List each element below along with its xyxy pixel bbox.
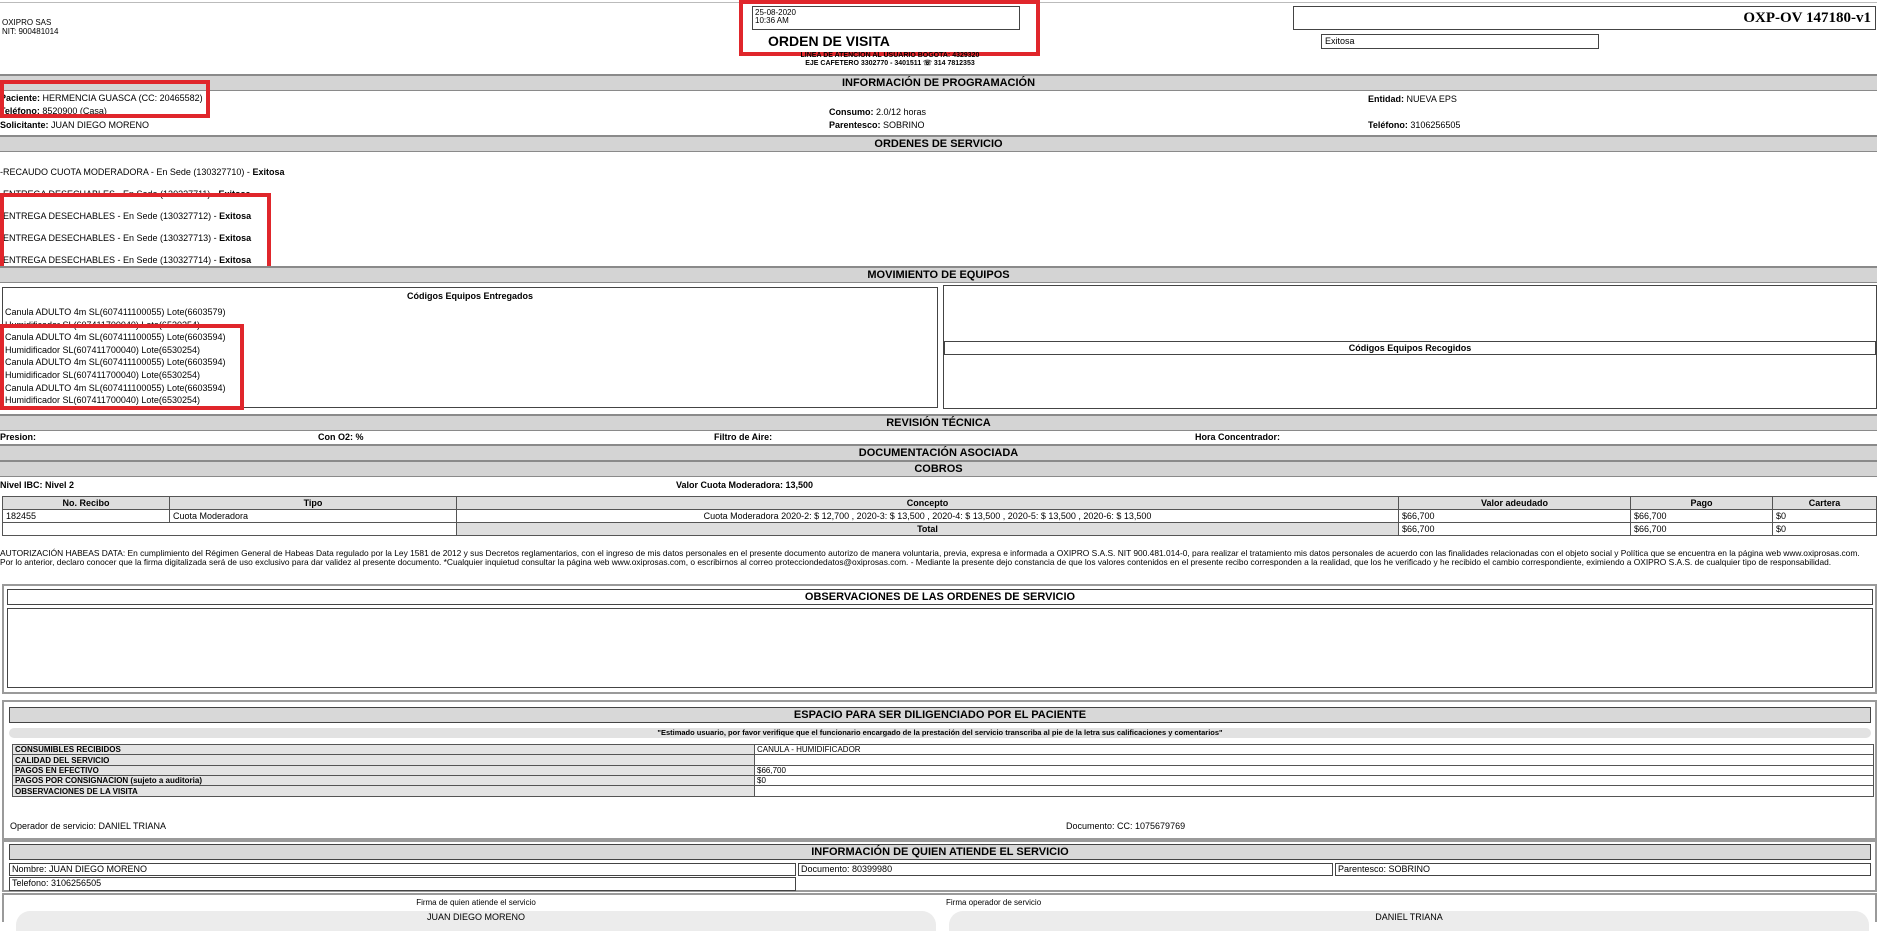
habeas-data-text: AUTORIZACIÓN HABEAS DATA: En cumplimient… [0,548,1860,568]
tipo-cell: Cuota Moderadora [169,509,457,523]
highlight-header [739,0,1040,56]
cartera-cell: $0 [1772,509,1877,523]
entregados-title: Códigos Equipos Entregados [406,291,533,301]
valor-cell: $66,700 [1398,509,1631,523]
section-ordenes: ORDENES DE SERVICIO [0,135,1877,152]
total-cartera: $0 [1772,522,1877,536]
highlight-equipos [0,324,244,410]
contact-lines: LINEA DE ATENCION AL USUARIO BOGOTA: 432… [740,52,1040,68]
status-field: Exitosa [1321,34,1599,49]
observaciones-field[interactable] [7,608,1873,688]
entidad-line: Entidad: NUEVA EPS [1368,94,1457,104]
section-revision: REVISIÓN TÉCNICA [0,414,1877,431]
total-pago: $66,700 [1630,522,1773,536]
firma-operador-pad[interactable]: DANIEL TRIANA [949,911,1869,931]
paciente-space-note: "Estimado usuario, por favor verifique q… [9,728,1871,738]
equipo-item: Canula ADULTO 4m SL(607411100055) Lote(6… [5,307,226,317]
firma-atiende-label: Firma de quien atiende el servicio [416,898,536,907]
cobros-header-row: No. Recibo Tipo Concepto Valor adeudado … [2,496,1877,510]
total-label: Total [456,522,1399,536]
company-name: OXIPRO SAS [2,18,52,27]
concepto-cell: Cuota Moderadora 2020-2: $ 12,700 , 2020… [456,509,1399,523]
atiende-documento: Documento: 80399980 [798,863,1333,876]
order-id: OXP-OV 147180-v1 [1743,10,1871,26]
solicitante-line: Solicitante: JUAN DIEGO MORENO [0,120,150,130]
table-row: PAGOS POR CONSIGNACION (sujeto a auditor… [12,775,1874,786]
consumo-line: Consumo: 2.0/12 horas [829,107,927,117]
col-cartera: Cartera [1772,496,1877,510]
presion-label: Presion: [0,432,37,442]
company-block: OXIPRO SAS NIT: 900481014 [2,18,59,36]
atiende-parentesco: Parentesco: SOBRINO [1335,863,1871,876]
observaciones-box: OBSERVACIONES DE LAS ORDENES DE SERVICIO [2,584,1877,694]
section-documentacion: DOCUMENTACIÓN ASOCIADA [0,444,1877,461]
table-row: OBSERVACIONES DE LA VISITA [12,785,1874,797]
section-programacion: INFORMACIÓN DE PROGRAMACIÓN [0,74,1877,91]
atiende-box: INFORMACIÓN DE QUIEN ATIENDE EL SERVICIO… [2,840,1877,892]
atiende-title: INFORMACIÓN DE QUIEN ATIENDE EL SERVICIO [9,844,1871,860]
cobros-table: No. Recibo Tipo Concepto Valor adeudado … [2,496,1877,536]
operador-line: Operador de servicio: DANIEL TRIANA [10,821,167,831]
hora-label: Hora Concentrador: [1195,432,1281,442]
company-nit: NIT: 900481014 [2,27,59,36]
firmas-box: Firma de quien atiende el servicio JUAN … [2,893,1877,931]
col-concepto: Concepto [456,496,1399,510]
paciente-space-title: ESPACIO PARA SER DILIGENCIADO POR EL PAC… [9,707,1871,723]
highlight-paciente [0,80,210,118]
total-valor: $66,700 [1398,522,1631,536]
total-row: Total $66,700 $66,700 $0 [2,522,1877,536]
orden-item: -RECAUDO CUOTA MODERADORA - En Sede (130… [0,167,285,177]
table-row: PAGOS EN EFECTIVO $66,700 [12,765,1874,776]
paciente-space-table: CONSUMIBLES RECIBIDOS CANULA - HUMIDIFICA… [12,744,1874,797]
atiende-nombre: Nombre: JUAN DIEGO MORENO [9,863,796,876]
pago-cell: $66,700 [1630,509,1773,523]
telefono-line: Teléfono: 3106256505 [1368,120,1461,130]
contact-line-1: LINEA DE ATENCION AL USUARIO BOGOTA: 432… [800,52,980,59]
parentesco-line: Parentesco: SOBRINO [829,120,925,130]
section-cobros: COBROS [0,460,1877,477]
recogidos-title: Códigos Equipos Recogidos [944,341,1876,355]
table-row: CONSUMIBLES RECIBIDOS CANULA - HUMIDIFICA… [12,744,1874,755]
col-tipo: Tipo [169,496,457,510]
atiende-telefono: Telefono: 3106256505 [9,877,796,891]
filtro-label: Filtro de Aire: [714,432,773,442]
valor-cuota: Valor Cuota Moderadora: 13,500 [676,480,814,490]
operador-documento: Documento: CC: 1075679769 [1066,821,1186,831]
col-pago: Pago [1630,496,1773,510]
order-id-box: OXP-OV 147180-v1 [1293,6,1876,30]
firma-atiende-name: JUAN DIEGO MORENO [426,912,525,922]
recogidos-box: Códigos Equipos Recogidos [943,285,1877,409]
firma-operador-label: Firma operador de servicio [946,898,1042,907]
highlight-ordenes [0,193,271,270]
nivel-ibc: Nivel IBC: Nivel 2 [0,480,75,490]
paciente-space-box: ESPACIO PARA SER DILIGENCIADO POR EL PAC… [2,700,1877,840]
section-equipos: MOVIMIENTO DE EQUIPOS [0,266,1877,283]
col-valor: Valor adeudado [1398,496,1631,510]
recibo-cell: 182455 [2,509,170,523]
observaciones-title: OBSERVACIONES DE LAS ORDENES DE SERVICIO [7,589,1873,605]
col-recibo: No. Recibo [2,496,170,510]
firma-atiende-pad[interactable]: JUAN DIEGO MORENO [16,911,936,931]
table-row: CALIDAD DEL SERVICIO [12,754,1874,766]
contact-line-2: EJE CAFETERO 3302770 - 3401511 ☏ 314 781… [805,60,975,67]
con-o2-label: Con O2: % [318,432,364,442]
firma-operador-name: DANIEL TRIANA [1375,912,1443,922]
table-row: 182455 Cuota Moderadora Cuota Moderadora… [2,509,1877,523]
